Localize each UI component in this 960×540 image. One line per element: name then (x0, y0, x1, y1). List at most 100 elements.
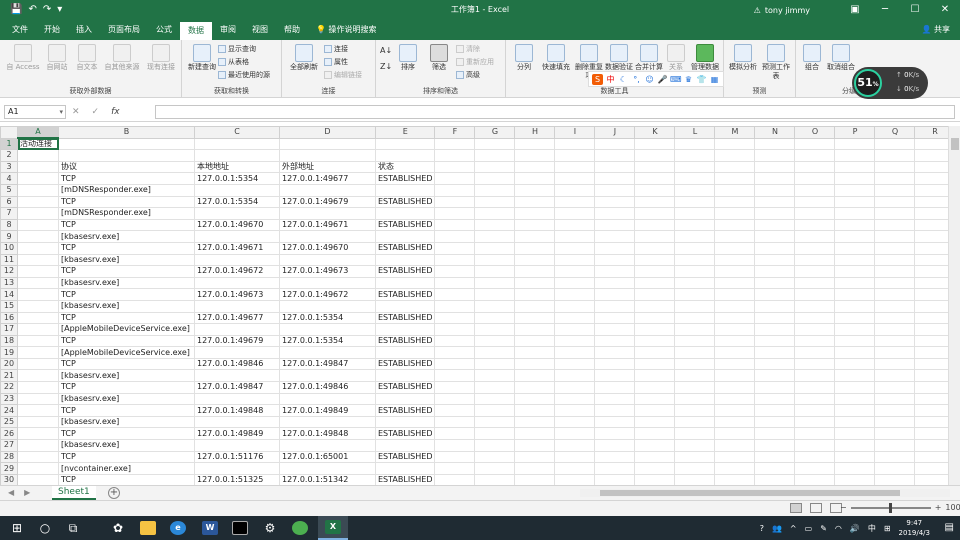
cell-e3[interactable]: 状态 (374, 160, 436, 174)
cell-b22[interactable]: TCP (58, 381, 195, 394)
cell-o29[interactable] (794, 462, 836, 475)
cell-o26[interactable] (794, 427, 836, 441)
cell-f12[interactable] (434, 265, 476, 278)
cell-k19[interactable] (634, 346, 676, 359)
cell-q30[interactable] (874, 473, 916, 485)
cell-d25[interactable] (279, 415, 376, 429)
cell-e17[interactable] (374, 323, 436, 336)
cell-n20[interactable] (754, 357, 796, 371)
cell-i10[interactable] (554, 241, 596, 255)
cell-q23[interactable] (874, 392, 916, 406)
cell-n12[interactable] (754, 265, 796, 278)
cell-e4[interactable]: ESTABLISHED (374, 172, 436, 185)
cell-m20[interactable] (714, 357, 756, 371)
cell-m24[interactable] (714, 404, 756, 417)
cell-j23[interactable] (594, 392, 636, 406)
cell-f21[interactable] (434, 369, 476, 383)
cell-p14[interactable] (834, 288, 876, 301)
cell-b29[interactable]: [nvcontainer.exe] (58, 462, 195, 475)
select-all-corner[interactable] (0, 126, 18, 139)
cell-e15[interactable] (374, 299, 436, 313)
cell-d10[interactable]: 127.0.0.1:49670 (279, 241, 376, 255)
cell-i5[interactable] (554, 183, 596, 197)
what-if-analysis-button[interactable]: 模拟分析 (726, 44, 760, 72)
cell-a15[interactable] (17, 299, 59, 313)
cell-l12[interactable] (674, 265, 716, 278)
cell-o24[interactable] (794, 404, 836, 417)
vertical-scrollbar[interactable] (948, 126, 960, 485)
cell-c7[interactable] (194, 207, 280, 220)
cell-k13[interactable] (634, 276, 676, 290)
cell-f8[interactable] (434, 218, 476, 232)
cell-d19[interactable] (279, 346, 376, 359)
cell-b7[interactable]: [mDNSResponder.exe] (58, 207, 195, 220)
cell-e27[interactable] (374, 439, 436, 452)
column-header-e[interactable]: E (374, 126, 436, 139)
cell-q22[interactable] (874, 381, 916, 394)
cell-m13[interactable] (714, 276, 756, 290)
cell-g6[interactable] (474, 195, 516, 209)
cell-k10[interactable] (634, 241, 676, 255)
cell-m27[interactable] (714, 439, 756, 452)
cell-j24[interactable] (594, 404, 636, 417)
cell-f30[interactable] (434, 473, 476, 485)
cell-o23[interactable] (794, 392, 836, 406)
ime-language[interactable]: 中 (868, 523, 876, 534)
cell-d4[interactable]: 127.0.0.1:49677 (279, 172, 376, 185)
cell-j15[interactable] (594, 299, 636, 313)
cell-n16[interactable] (754, 311, 796, 325)
text-to-columns-button[interactable]: 分列 (510, 44, 538, 72)
cell-l28[interactable] (674, 450, 716, 464)
cell-g24[interactable] (474, 404, 516, 417)
cell-o2[interactable] (794, 149, 836, 162)
row-header[interactable]: 1 (0, 137, 18, 151)
tab-help[interactable]: 帮助 (276, 20, 308, 40)
cell-q29[interactable] (874, 462, 916, 475)
cell-k17[interactable] (634, 323, 676, 336)
cell-i9[interactable] (554, 230, 596, 243)
cell-n6[interactable] (754, 195, 796, 209)
cell-c9[interactable] (194, 230, 280, 243)
cell-d7[interactable] (279, 207, 376, 220)
cell-g5[interactable] (474, 183, 516, 197)
row-header[interactable]: 24 (0, 404, 18, 417)
cell-i17[interactable] (554, 323, 596, 336)
cell-j7[interactable] (594, 207, 636, 220)
cell-p11[interactable] (834, 253, 876, 267)
cell-e5[interactable] (374, 183, 436, 197)
cell-b10[interactable]: TCP (58, 241, 195, 255)
cell-p7[interactable] (834, 207, 876, 220)
insert-function-icon[interactable]: fx (111, 105, 120, 119)
cell-n27[interactable] (754, 439, 796, 452)
cell-p12[interactable] (834, 265, 876, 278)
cell-p5[interactable] (834, 183, 876, 197)
tab-review[interactable]: 审阅 (212, 20, 244, 40)
cell-m21[interactable] (714, 369, 756, 383)
cell-j3[interactable] (594, 160, 636, 174)
cell-c15[interactable] (194, 299, 280, 313)
cell-a11[interactable] (17, 253, 59, 267)
save-icon[interactable]: 💾 (10, 0, 22, 20)
cell-q10[interactable] (874, 241, 916, 255)
moon-icon[interactable]: ☾ (618, 74, 629, 85)
cell-d20[interactable]: 127.0.0.1:49847 (279, 357, 376, 371)
notification-icon[interactable]: ▤ (945, 522, 954, 533)
cell-g16[interactable] (474, 311, 516, 325)
wifi-icon[interactable]: ◠ (835, 524, 842, 533)
cell-f20[interactable] (434, 357, 476, 371)
cell-h28[interactable] (514, 450, 556, 464)
zoom-slider[interactable] (850, 502, 931, 513)
cell-g25[interactable] (474, 415, 516, 429)
cell-j30[interactable] (594, 473, 636, 485)
cell-j13[interactable] (594, 276, 636, 290)
sort-az-icon[interactable]: A↓ (380, 46, 392, 55)
cell-c20[interactable]: 127.0.0.1:49846 (194, 357, 280, 371)
cell-g14[interactable] (474, 288, 516, 301)
cell-c6[interactable]: 127.0.0.1:5354 (194, 195, 280, 209)
cell-o21[interactable] (794, 369, 836, 383)
cell-q1[interactable] (874, 137, 916, 151)
cell-p4[interactable] (834, 172, 876, 185)
cell-a4[interactable] (17, 172, 59, 185)
ribbon-display-icon[interactable]: ▣ (840, 0, 870, 20)
from-other-sources-button[interactable]: 自其他来源 (102, 44, 142, 72)
